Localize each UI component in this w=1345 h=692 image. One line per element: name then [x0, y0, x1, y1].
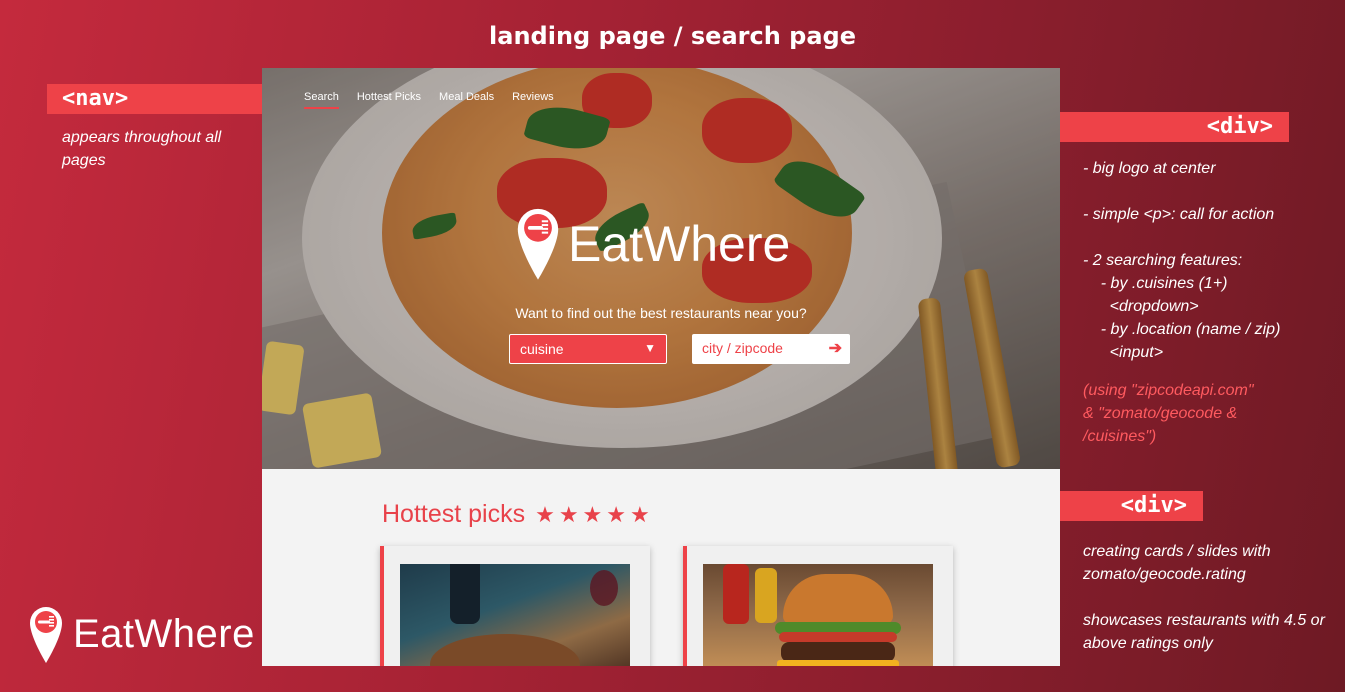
- cuisine-dropdown[interactable]: cuisine ▼: [509, 334, 667, 364]
- div-tag-label-hero: <div>: [1060, 112, 1289, 142]
- hero-logo: EatWhere: [514, 200, 790, 286]
- restaurant-card[interactable]: [683, 546, 953, 666]
- cards-note-line: showcases restaurants with 4.5 or above …: [1083, 612, 1325, 652]
- hero-note-line: - by .cuisines (1+): [1083, 275, 1228, 292]
- nav-tag-label: <nav>: [47, 84, 262, 114]
- restaurant-card[interactable]: [380, 546, 650, 666]
- api-note-line: (using "zipcodeapi.com": [1083, 382, 1254, 399]
- brand-logo: EatWhere: [27, 603, 255, 665]
- location-input-placeholder: city / zipcode: [702, 340, 783, 356]
- api-note-line: /cuisines"): [1083, 428, 1157, 445]
- nav-item-meal-deals[interactable]: Meal Deals: [439, 91, 494, 109]
- nav-item-search[interactable]: Search: [304, 91, 339, 109]
- patty-shape: [781, 642, 895, 662]
- cheese-slice-shape: [777, 660, 899, 666]
- arrow-right-icon[interactable]: ➔: [829, 338, 842, 358]
- map-pin-fork-icon: [517, 208, 559, 280]
- triangle-down-icon: ▼: [644, 341, 656, 355]
- location-input[interactable]: city / zipcode ➔: [692, 334, 850, 364]
- hero-note-line: [1083, 180, 1333, 203]
- mustard-bottle-shape: [755, 568, 777, 623]
- nav-item-hottest-picks[interactable]: Hottest Picks: [357, 91, 421, 109]
- dish-shape: [430, 634, 580, 666]
- call-to-action: Want to find out the best restaurants ne…: [515, 305, 807, 321]
- ketchup-bottle-shape: [723, 564, 749, 624]
- hero-note-line: - 2 searching features:: [1083, 252, 1243, 269]
- hero-note-line: - big logo at center: [1083, 160, 1216, 177]
- section-title-text: Hottest picks: [382, 500, 526, 528]
- restaurant-photo: [703, 564, 933, 666]
- bun-top-shape: [783, 574, 893, 624]
- hero-note-line: <input>: [1083, 344, 1164, 361]
- restaurant-photo: [400, 564, 630, 666]
- wine-bottle-shape: [450, 564, 480, 624]
- tomato-slice-shape: [779, 632, 897, 642]
- hottest-picks-title: Hottest picks ★★★★★: [382, 500, 654, 529]
- hero-note-line: <dropdown>: [1083, 298, 1199, 315]
- website-mockup: Search Hottest Picks Meal Deals Reviews …: [262, 68, 1060, 666]
- hero-logo-text: EatWhere: [568, 216, 791, 272]
- nav-item-reviews[interactable]: Reviews: [512, 91, 554, 109]
- top-nav: Search Hottest Picks Meal Deals Reviews: [304, 91, 554, 109]
- star-rating: ★★★★★: [535, 501, 654, 527]
- hero-note-line: - by .location (name / zip): [1083, 321, 1281, 338]
- div-tag-label-cards: <div>: [1060, 491, 1203, 521]
- nav-note: appears throughout all pages: [62, 129, 222, 169]
- cards-notes: creating cards / slides with zomato/geoc…: [1083, 540, 1333, 655]
- cuisine-dropdown-value: cuisine: [520, 341, 564, 357]
- map-pin-fork-icon: [30, 607, 62, 663]
- cards-note-line: creating cards / slides with zomato/geoc…: [1083, 543, 1271, 583]
- hero-notes: - big logo at center - simple <p>: call …: [1083, 157, 1333, 448]
- page-heading: landing page / search page: [489, 22, 856, 50]
- api-note-line: & "zomato/geocode &: [1083, 405, 1238, 422]
- hero-note-line: - simple <p>: call for action: [1083, 206, 1275, 223]
- brand-name: EatWhere: [73, 611, 255, 656]
- hero-note-line: [1083, 226, 1333, 249]
- wine-glass-shape: [590, 570, 618, 606]
